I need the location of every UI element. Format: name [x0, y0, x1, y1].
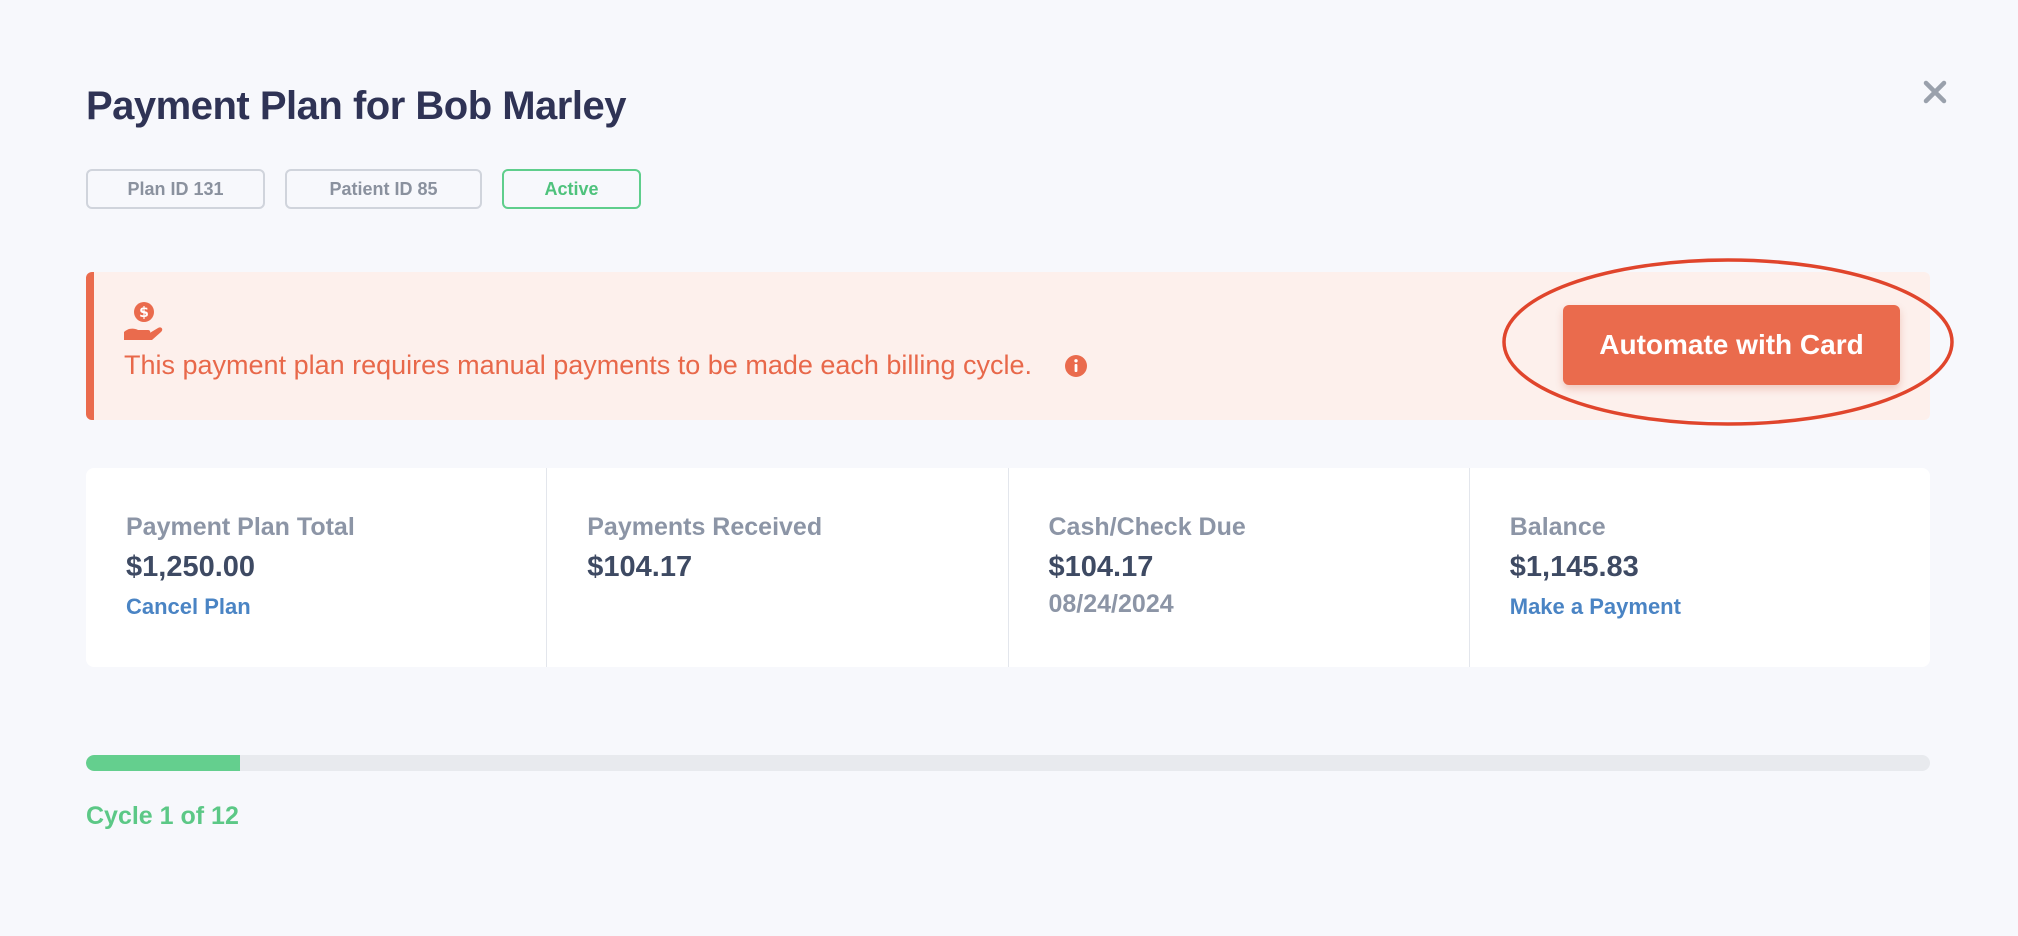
cycle-progress-fill — [86, 755, 240, 771]
stat-due-label: Cash/Check Due — [1048, 513, 1246, 541]
info-icon[interactable] — [1064, 354, 1088, 378]
alert-accent-bar — [86, 272, 94, 420]
status-badge: Active — [502, 169, 641, 209]
stat-due: Cash/Check Due $104.17 08/24/2024 — [1009, 468, 1470, 667]
stat-balance: Balance $1,145.83 Make a Payment — [1470, 468, 1930, 667]
stat-balance-label: Balance — [1509, 513, 1606, 541]
stat-received: Payments Received $104.17 — [547, 468, 1009, 667]
cancel-plan-link[interactable]: Cancel Plan — [126, 594, 251, 620]
stat-due-value: $104.17 — [1048, 551, 1154, 583]
stat-received-value: $104.17 — [587, 551, 693, 583]
patient-id-chip: Patient ID 85 — [285, 169, 482, 209]
stat-received-label: Payments Received — [587, 513, 823, 541]
close-button[interactable] — [1917, 74, 1953, 110]
plan-id-chip: Plan ID 131 — [86, 169, 265, 209]
close-icon — [1923, 80, 1947, 104]
manual-payment-alert: $ This payment plan requires manual paym… — [86, 272, 1930, 420]
payment-summary-card: Payment Plan Total $1,250.00 Cancel Plan… — [86, 468, 1930, 667]
hand-coin-icon: $ — [124, 302, 163, 340]
stat-total-label: Payment Plan Total — [126, 513, 355, 541]
stat-balance-value: $1,145.83 — [1509, 551, 1639, 583]
payment-plan-modal: Payment Plan for Bob Marley Plan ID 131 … — [0, 0, 2018, 936]
plan-chips: Plan ID 131 Patient ID 85 Active — [86, 169, 641, 209]
alert-message: This payment plan requires manual paymen… — [124, 350, 1032, 380]
automate-with-card-button[interactable]: Automate with Card — [1563, 305, 1900, 385]
svg-text:$: $ — [139, 305, 149, 321]
cycle-label: Cycle 1 of 12 — [86, 802, 239, 830]
stat-due-date: 08/24/2024 — [1048, 590, 1174, 618]
stat-total: Payment Plan Total $1,250.00 Cancel Plan — [86, 468, 548, 667]
page-title: Payment Plan for Bob Marley — [86, 84, 626, 128]
stat-total-value: $1,250.00 — [126, 551, 256, 583]
cycle-progress-bar — [86, 755, 1930, 771]
make-payment-link[interactable]: Make a Payment — [1510, 594, 1681, 620]
